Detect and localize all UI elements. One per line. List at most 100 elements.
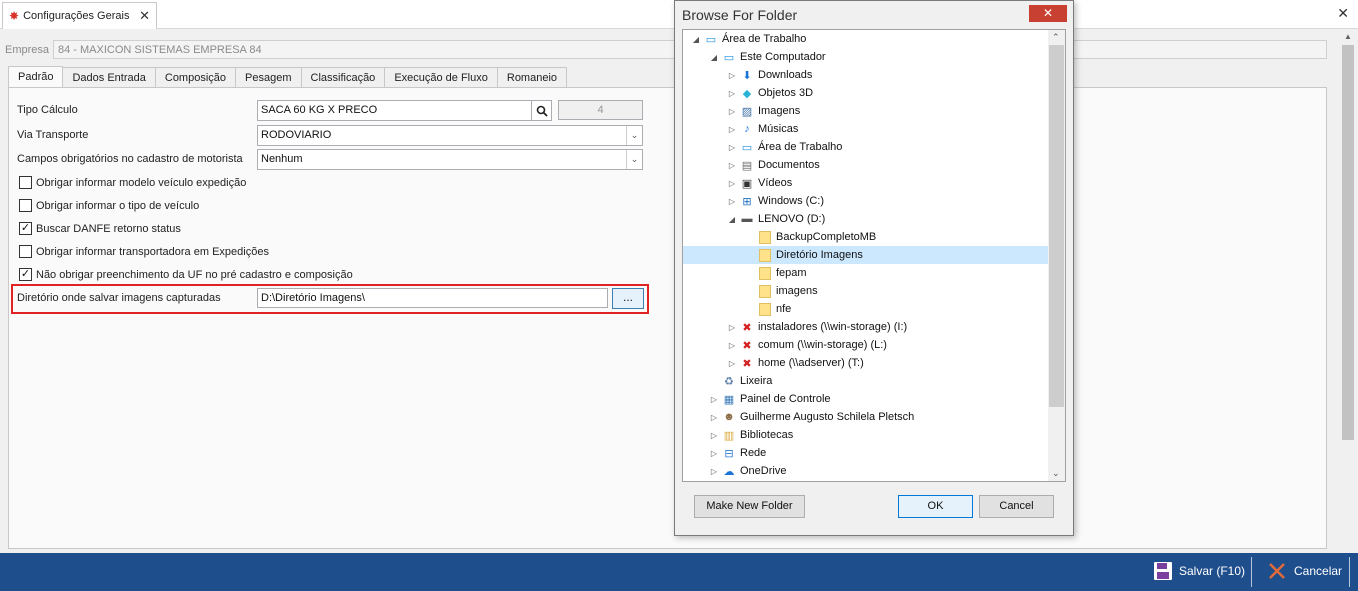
- tipo-calculo-field[interactable]: SACA 60 KG X PRECO: [257, 100, 532, 121]
- dialog-cancel-button[interactable]: Cancel: [979, 495, 1054, 518]
- checkbox-tipo-veiculo[interactable]: Obrigar informar o tipo de veículo: [19, 199, 199, 212]
- diretorio-field[interactable]: D:\Diretório Imagens\: [257, 288, 608, 308]
- tree-node[interactable]: ▷ ♪ Músicas: [683, 120, 1049, 138]
- checkbox-box[interactable]: [19, 245, 32, 258]
- checkbox-box[interactable]: [19, 176, 32, 189]
- tab-strip: Padrão Dados Entrada Composição Pesagem …: [8, 66, 568, 88]
- expand-arrow-icon[interactable]: ▷: [727, 107, 737, 116]
- checkbox-buscar-danfe[interactable]: ✓ Buscar DANFE retorno status: [19, 222, 181, 235]
- scroll-up-icon[interactable]: ⌃: [1052, 32, 1060, 43]
- tree-node-label: LENOVO (D:): [758, 213, 826, 225]
- desktop-icon: ▭: [741, 141, 753, 154]
- checkmark-icon[interactable]: ✓: [19, 222, 32, 235]
- save-button[interactable]: Salvar (F10): [1153, 553, 1245, 589]
- make-new-folder-button[interactable]: Make New Folder: [694, 495, 805, 518]
- tree-node[interactable]: ▷ ▣ Vídeos: [683, 174, 1049, 192]
- scroll-down-icon[interactable]: ⌄: [1052, 468, 1060, 479]
- tree-node-label: Músicas: [758, 123, 799, 135]
- expand-arrow-icon[interactable]: ▷: [727, 341, 737, 350]
- tree-node[interactable]: ▷ ▦ Painel de Controle: [683, 390, 1049, 408]
- tree-node[interactable]: ▷ ✖ comum (\\win-storage) (L:): [683, 336, 1049, 354]
- browse-button[interactable]: ...: [612, 288, 644, 309]
- expand-arrow-icon[interactable]: ▷: [727, 125, 737, 134]
- checkbox-transportadora[interactable]: Obrigar informar transportadora em Exped…: [19, 245, 269, 258]
- tree-node[interactable]: Diretório Imagens: [683, 246, 1049, 264]
- folder-icon: [757, 248, 773, 262]
- tipo-calculo-label: Tipo Cálculo: [17, 104, 78, 116]
- ok-button[interactable]: OK: [898, 495, 973, 518]
- document-icon: ▤: [741, 159, 753, 172]
- tab-dados-entrada[interactable]: Dados Entrada: [62, 67, 156, 88]
- checkbox-uf[interactable]: ✓ Não obrigar preenchimento da UF no pré…: [19, 268, 353, 281]
- chevron-down-icon[interactable]: ⌄: [626, 150, 642, 169]
- main-scrollbar[interactable]: ▲: [1340, 29, 1358, 553]
- tree-node[interactable]: ▷ ⬇ Downloads: [683, 66, 1049, 84]
- tree-scrollbar-thumb[interactable]: [1049, 45, 1064, 407]
- close-window-icon[interactable]: ✕: [1337, 5, 1349, 22]
- collapse-arrow-icon[interactable]: ◢: [691, 35, 701, 44]
- expand-arrow-icon[interactable]: ▷: [727, 71, 737, 80]
- folder-icon: [757, 284, 773, 298]
- tree-node-label: comum (\\win-storage) (L:): [758, 339, 887, 351]
- tree-node[interactable]: ♻ Lixeira: [683, 372, 1049, 390]
- campos-obrigatorios-select[interactable]: Nenhum ⌄: [257, 149, 643, 170]
- expand-arrow-icon[interactable]: ▷: [727, 323, 737, 332]
- tree-scrollbar[interactable]: ⌃ ⌄: [1048, 30, 1065, 481]
- expand-arrow-icon[interactable]: ▷: [709, 395, 719, 404]
- tree-node[interactable]: ▷ ⊟ Rede: [683, 444, 1049, 462]
- tree-node[interactable]: ▷ ☻ Guilherme Augusto Schilela Pletsch: [683, 408, 1049, 426]
- tree-node[interactable]: ▷ ✖ instaladores (\\win-storage) (I:): [683, 318, 1049, 336]
- image-icon: ▨: [741, 105, 753, 118]
- cancel-button[interactable]: Cancelar: [1268, 553, 1342, 589]
- tree-node[interactable]: imagens: [683, 282, 1049, 300]
- tree-node[interactable]: ◢ ▭ Este Computador: [683, 48, 1049, 66]
- expand-arrow-icon[interactable]: ▷: [709, 449, 719, 458]
- tree-node[interactable]: fepam: [683, 264, 1049, 282]
- checkbox-box[interactable]: [19, 199, 32, 212]
- scrollbar-thumb[interactable]: [1342, 45, 1354, 440]
- expand-arrow-icon[interactable]: ▷: [727, 161, 737, 170]
- tab-execucao-de-fluxo[interactable]: Execução de Fluxo: [384, 67, 498, 88]
- checkmark-icon[interactable]: ✓: [19, 268, 32, 281]
- tab-padrao[interactable]: Padrão: [8, 66, 64, 88]
- expand-arrow-icon[interactable]: ▷: [727, 179, 737, 188]
- tree-node[interactable]: ▷ ▨ Imagens: [683, 102, 1049, 120]
- expand-arrow-icon[interactable]: ▷: [727, 143, 737, 152]
- tree-node[interactable]: ▷ ▤ Documentos: [683, 156, 1049, 174]
- collapse-arrow-icon[interactable]: ◢: [709, 53, 719, 62]
- chevron-down-icon[interactable]: ⌄: [626, 126, 642, 145]
- expand-arrow-icon[interactable]: ▷: [709, 431, 719, 440]
- expand-arrow-icon[interactable]: ▷: [709, 467, 719, 476]
- folder-tree[interactable]: ◢ ▭ Área de Trabalho ◢ ▭ Este Computador ▷ ⬇ Dow…: [682, 29, 1066, 482]
- tab-classificacao[interactable]: Classificação: [300, 67, 386, 88]
- tipo-calculo-search-button[interactable]: [531, 100, 552, 121]
- tree-node[interactable]: ◢ ▭ Área de Trabalho: [683, 30, 1049, 48]
- tree-node[interactable]: ▷ ◆ Objetos 3D: [683, 84, 1049, 102]
- expand-arrow-icon[interactable]: ▷: [709, 413, 719, 422]
- tree-node[interactable]: BackupCompletoMB: [683, 228, 1049, 246]
- close-tab-icon[interactable]: ✕: [139, 8, 150, 24]
- tree-node[interactable]: nfe: [683, 300, 1049, 318]
- collapse-arrow-icon[interactable]: ◢: [727, 215, 737, 224]
- dialog-close-button[interactable]: ✕: [1029, 5, 1067, 22]
- tree-node[interactable]: ▷ ⊞ Windows (C:): [683, 192, 1049, 210]
- expand-arrow-icon[interactable]: ▷: [727, 89, 737, 98]
- tree-node[interactable]: ▷ ▭ Área de Trabalho: [683, 138, 1049, 156]
- document-tab[interactable]: ✸ Configurações Gerais ✕: [2, 2, 157, 29]
- checkbox-modelo-veiculo[interactable]: Obrigar informar modelo veículo expediçã…: [19, 176, 246, 189]
- tree-node-label: instaladores (\\win-storage) (I:): [758, 321, 908, 333]
- scroll-up-icon[interactable]: ▲: [1344, 32, 1352, 41]
- tree-node[interactable]: ▷ ✖ home (\\adserver) (T:): [683, 354, 1049, 372]
- expand-arrow-icon[interactable]: ▷: [727, 197, 737, 206]
- tab-composicao[interactable]: Composição: [154, 67, 237, 88]
- checkbox-label: Buscar DANFE retorno status: [36, 222, 181, 235]
- tree-node[interactable]: ◢ ▬ LENOVO (D:): [683, 210, 1049, 228]
- tree-node[interactable]: ▷ ▥ Bibliotecas: [683, 426, 1049, 444]
- via-transporte-select[interactable]: RODOVIARIO ⌄: [257, 125, 643, 146]
- tab-romaneio[interactable]: Romaneio: [496, 67, 568, 88]
- expand-arrow-icon[interactable]: ▷: [727, 359, 737, 368]
- folder-icon: [757, 230, 773, 244]
- tab-pesagem[interactable]: Pesagem: [235, 67, 302, 88]
- tree-node[interactable]: ▷ ☁ OneDrive: [683, 462, 1049, 480]
- drive-icon: ▬: [741, 213, 753, 225]
